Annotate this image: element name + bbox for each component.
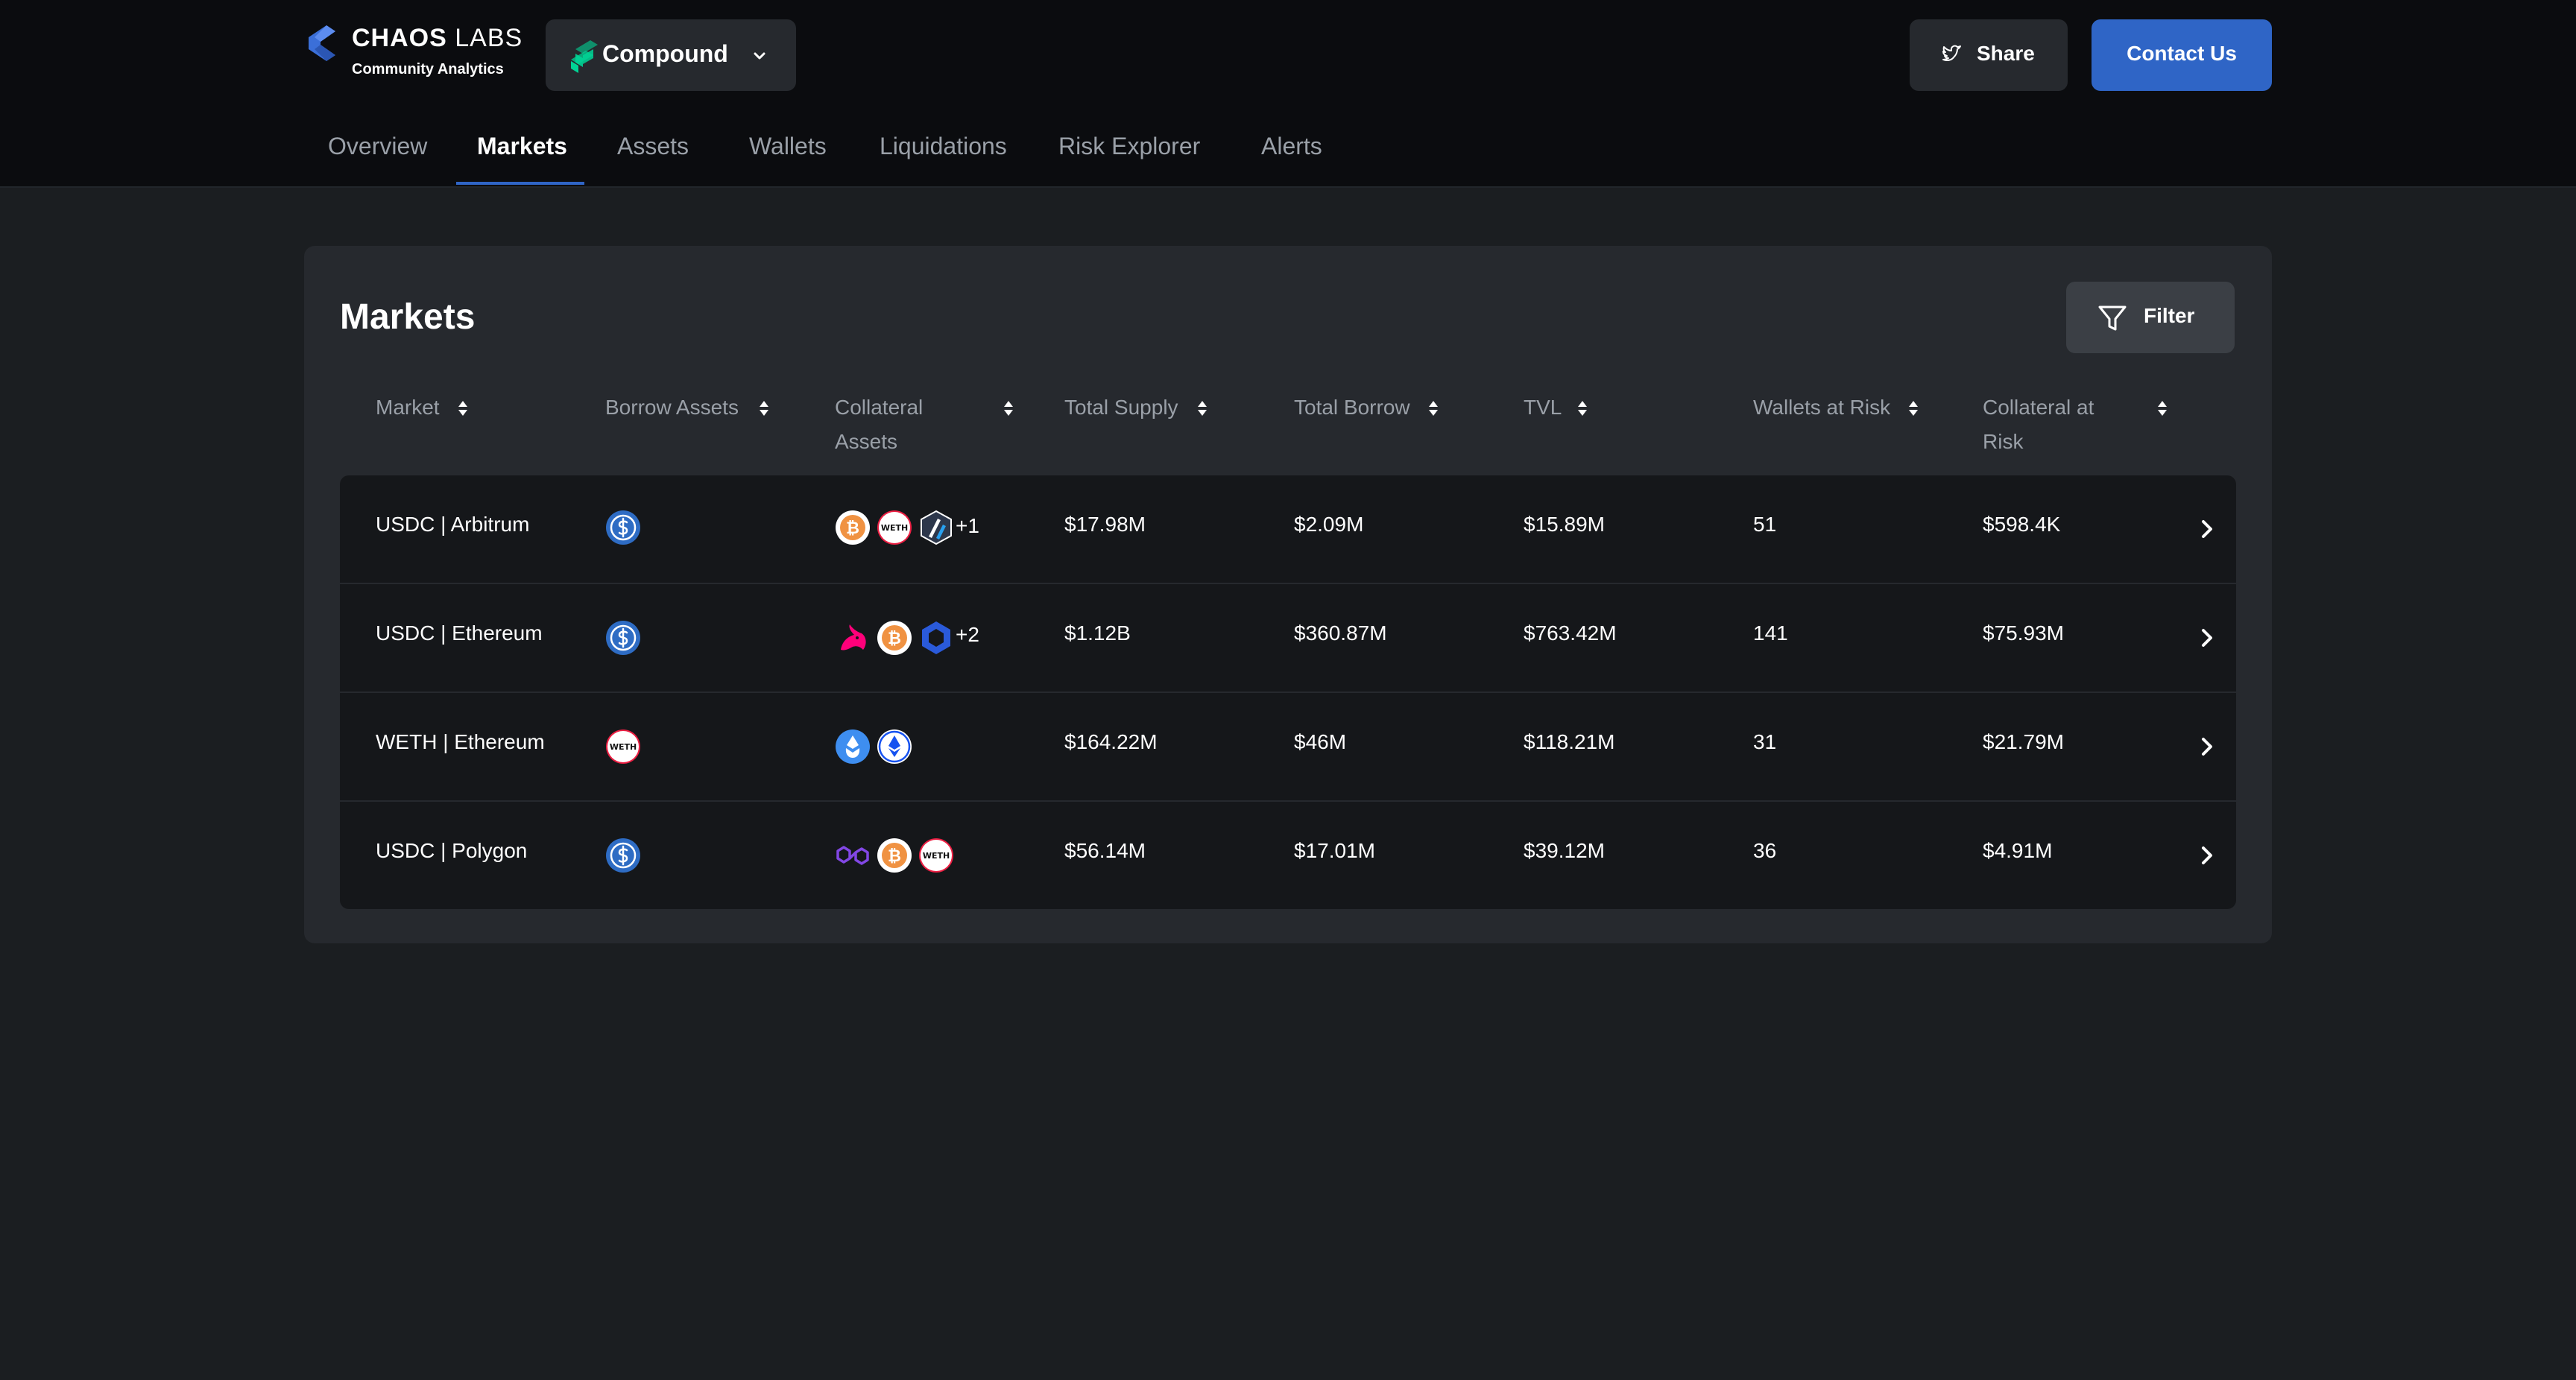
filter-button[interactable]: Filter <box>2066 282 2235 353</box>
column-header-market[interactable]: Market <box>376 390 555 425</box>
collateral-more-count: +1 <box>956 514 979 537</box>
svg-text:₿: ₿ <box>888 847 901 866</box>
market-name: USDC | Ethereum <box>376 621 543 645</box>
markets-title: Markets <box>340 297 476 337</box>
sort-icon <box>760 401 768 416</box>
market-name: USDC | Polygon <box>376 839 528 862</box>
protocol-name: Compound <box>602 40 728 67</box>
polygon-icon <box>836 846 869 865</box>
sort-icon <box>1909 401 1918 416</box>
wbtc-icon: ₿ <box>877 838 912 873</box>
column-header-collateral-assets[interactable]: Collateral Assets <box>835 390 1013 459</box>
weth-icon: WETH <box>877 510 912 545</box>
tvl-value: $39.12M <box>1524 839 1605 862</box>
wbtc-icon: ₿ <box>877 621 912 655</box>
twitter-icon <box>1942 45 1961 61</box>
chevron-right-icon[interactable] <box>2199 517 2215 541</box>
collateral-at-risk-value: $4.91M <box>1983 839 2053 862</box>
column-header-total-borrow[interactable]: Total Borrow <box>1294 390 1488 425</box>
chevron-right-icon[interactable] <box>2199 735 2215 759</box>
total-supply-value: $17.98M <box>1064 513 1146 536</box>
svg-text:WETH: WETH <box>923 851 950 861</box>
tab-assets[interactable]: Assets <box>617 133 689 160</box>
markets-card: Markets Filter Market Borrow Assets Coll… <box>304 246 2272 943</box>
tab-risk-explorer[interactable]: Risk Explorer <box>1058 133 1200 160</box>
arbitrum-icon <box>921 510 952 545</box>
sort-icon <box>1429 401 1438 416</box>
tvl-value: $763.42M <box>1524 621 1617 645</box>
tvl-value: $15.89M <box>1524 513 1605 536</box>
wbtc-icon: ₿ <box>836 510 870 545</box>
weth-icon: WETH <box>919 838 953 873</box>
usdc-icon <box>606 510 640 545</box>
svg-text:WETH: WETH <box>610 742 637 752</box>
filter-label: Filter <box>2144 304 2195 327</box>
weth-icon: WETH <box>606 729 640 764</box>
active-tab-indicator <box>456 182 584 185</box>
total-borrow-value: $360.87M <box>1294 621 1387 645</box>
total-supply-value: $1.12B <box>1064 621 1131 645</box>
top-bar: CHAOS LABS Community Analytics Compound … <box>0 0 2576 188</box>
table-row[interactable]: USDC | Arbitrum ₿ WETH +1 $17.98M $2.09M <box>340 475 2236 583</box>
chevron-right-icon[interactable] <box>2199 626 2215 650</box>
chainlink-icon <box>922 621 950 654</box>
total-borrow-value: $2.09M <box>1294 513 1364 536</box>
total-borrow-value: $46M <box>1294 730 1347 753</box>
filter-icon <box>2098 306 2127 331</box>
collateral-at-risk-value: $598.4K <box>1983 513 2061 536</box>
chevron-right-icon[interactable] <box>2199 843 2215 867</box>
steth-icon <box>836 729 870 764</box>
table-row[interactable]: USDC | Ethereum ₿ +2 $1.12B $360.87M $76… <box>340 584 2236 691</box>
sort-icon <box>458 401 467 416</box>
sort-icon <box>1004 401 1013 416</box>
wallets-at-risk-value: 141 <box>1753 621 1788 645</box>
sort-icon <box>1578 401 1587 416</box>
protocol-selector[interactable]: Compound <box>546 19 796 91</box>
table-row[interactable]: USDC | Polygon ₿ WETH $56.14M $17.01M $3… <box>340 802 2236 909</box>
total-supply-value: $164.22M <box>1064 730 1158 753</box>
svg-text:WETH: WETH <box>881 523 908 533</box>
uniswap-icon <box>841 624 866 651</box>
column-header-total-supply[interactable]: Total Supply <box>1064 390 1258 425</box>
wallets-at-risk-value: 51 <box>1753 513 1777 536</box>
collateral-more-count: +2 <box>956 623 979 646</box>
collateral-at-risk-value: $21.79M <box>1983 730 2064 753</box>
wallets-at-risk-value: 31 <box>1753 730 1777 753</box>
column-header-collateral-at-risk[interactable]: Collateral at Risk <box>1983 390 2167 459</box>
svg-text:₿: ₿ <box>888 630 901 648</box>
total-borrow-value: $17.01M <box>1294 839 1375 862</box>
share-button[interactable]: Share <box>1910 19 2068 91</box>
chaos-labs-logo-icon <box>309 25 335 61</box>
cbeth-icon <box>877 729 912 764</box>
compound-icon <box>571 40 598 73</box>
market-name: WETH | Ethereum <box>376 730 545 753</box>
tab-overview[interactable]: Overview <box>328 133 427 160</box>
tab-liquidations[interactable]: Liquidations <box>880 133 1007 160</box>
chaos-labs-logo[interactable]: CHAOS LABS Community Analytics <box>304 22 523 82</box>
tab-markets[interactable]: Markets <box>477 133 567 160</box>
usdc-icon <box>606 838 640 873</box>
tvl-value: $118.21M <box>1524 730 1615 753</box>
share-label: Share <box>1977 42 2035 65</box>
table-row[interactable]: WETH | Ethereum WETH $164.22M $46M $118.… <box>340 693 2236 800</box>
tab-alerts[interactable]: Alerts <box>1261 133 1322 160</box>
contact-us-label: Contact Us <box>2127 42 2237 65</box>
sort-icon <box>2158 401 2167 416</box>
sort-icon <box>1198 401 1207 416</box>
wallets-at-risk-value: 36 <box>1753 839 1777 862</box>
brand-name: CHAOS LABS <box>352 24 523 52</box>
column-header-tvl[interactable]: TVL <box>1524 390 1717 425</box>
market-name: USDC | Arbitrum <box>376 513 530 536</box>
svg-text:₿: ₿ <box>846 519 859 538</box>
column-header-borrow-assets[interactable]: Borrow Assets <box>605 390 799 425</box>
column-header-wallets-at-risk[interactable]: Wallets at Risk <box>1753 390 1954 425</box>
collateral-at-risk-value: $75.93M <box>1983 621 2064 645</box>
chevron-down-icon <box>754 52 765 60</box>
brand-subtitle: Community Analytics <box>352 61 504 77</box>
contact-us-button[interactable]: Contact Us <box>2092 19 2272 91</box>
total-supply-value: $56.14M <box>1064 839 1146 862</box>
usdc-icon <box>606 621 640 655</box>
tab-wallets[interactable]: Wallets <box>749 133 827 160</box>
